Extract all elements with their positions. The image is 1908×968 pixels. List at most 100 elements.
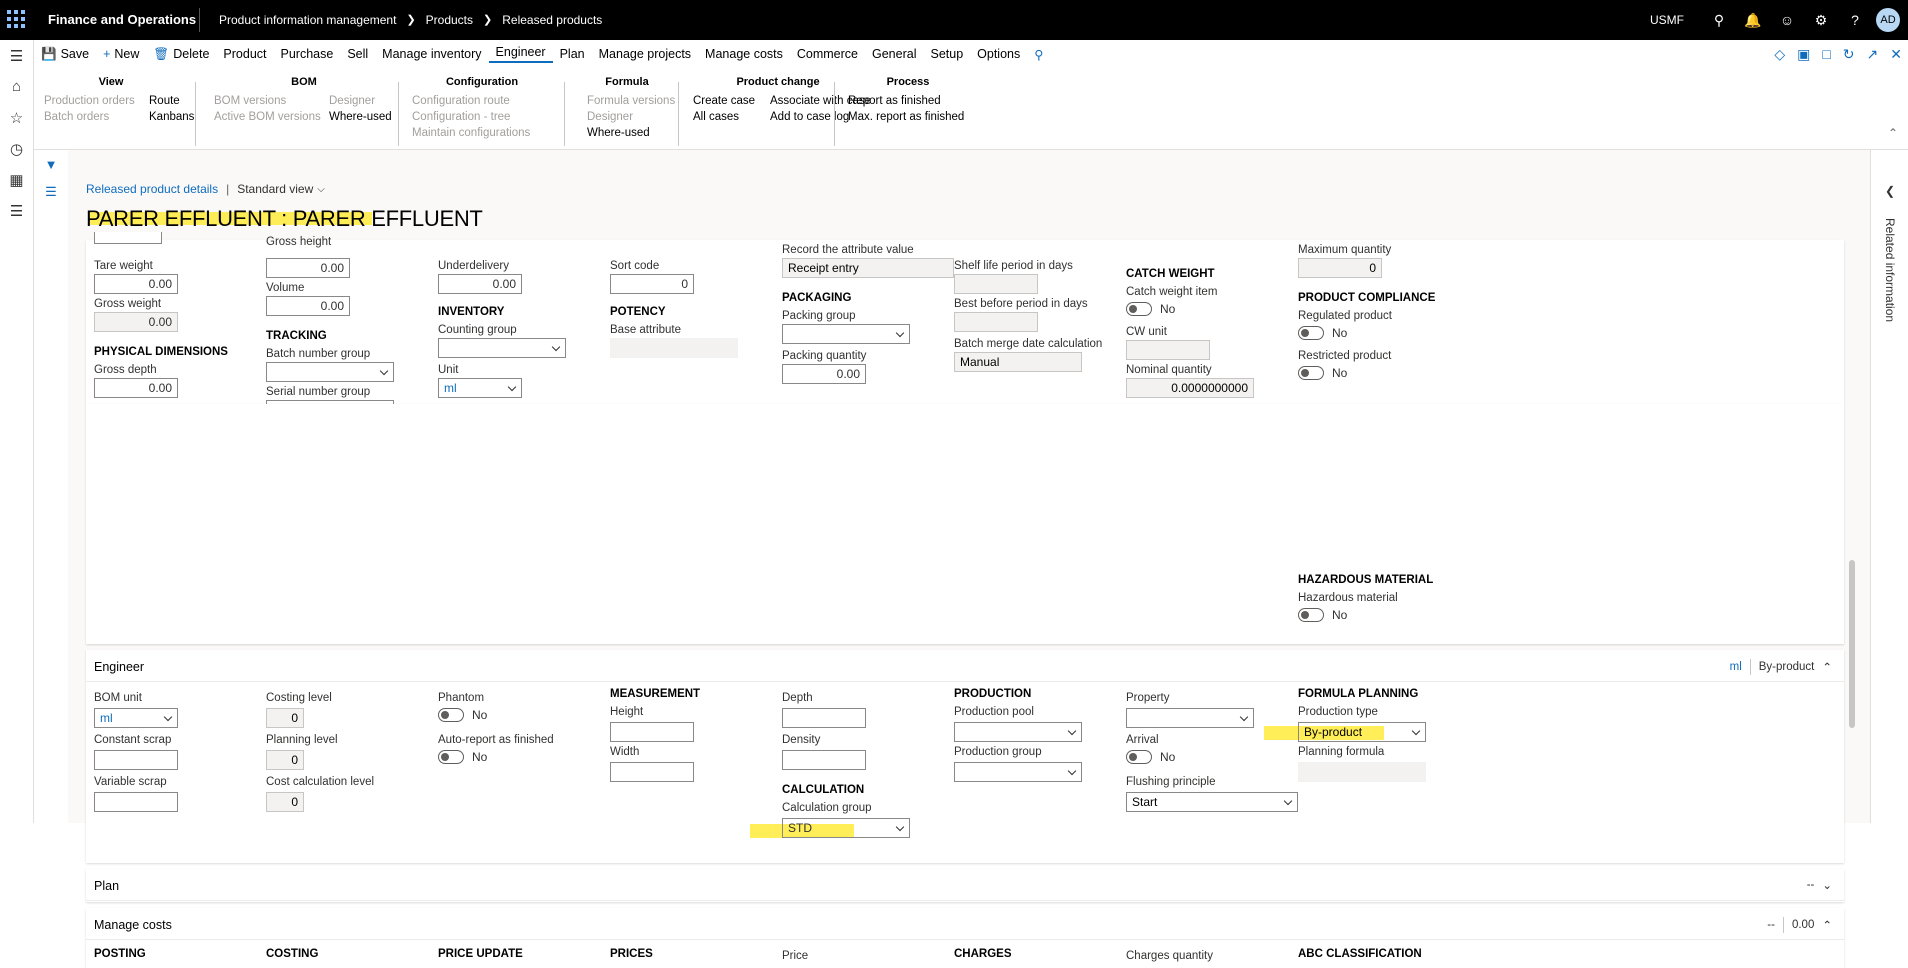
chevron-left-icon[interactable]: ❮ bbox=[1885, 184, 1895, 198]
view-selector[interactable]: Standard view bbox=[237, 182, 313, 196]
diamond-icon[interactable]: ◇ bbox=[1774, 46, 1785, 63]
tab-commerce[interactable]: Commerce bbox=[790, 47, 865, 61]
close-icon[interactable]: ✕ bbox=[1890, 46, 1902, 63]
scrollbar-thumb[interactable] bbox=[1849, 560, 1855, 728]
breadcrumb-item[interactable]: Released products bbox=[502, 13, 602, 27]
app-launcher-icon[interactable] bbox=[4, 4, 28, 34]
tab-manage-inventory[interactable]: Manage inventory bbox=[375, 47, 488, 61]
tab-product[interactable]: Product bbox=[216, 47, 273, 61]
regulated-product-toggle[interactable]: No bbox=[1298, 326, 1347, 340]
avatar[interactable]: AD bbox=[1876, 8, 1900, 32]
catch-weight-toggle[interactable]: No bbox=[1126, 302, 1175, 316]
tab-options[interactable]: Options bbox=[970, 47, 1027, 61]
new-button[interactable]: + New bbox=[96, 47, 146, 61]
save-button[interactable]: 💾 Save bbox=[34, 47, 96, 62]
bom-designer-button[interactable]: Designer bbox=[329, 95, 375, 107]
batch-number-group-select[interactable] bbox=[266, 362, 394, 382]
bom-where-used-button[interactable]: Where-used bbox=[329, 111, 392, 123]
refresh-icon[interactable]: ↻ bbox=[1843, 46, 1855, 63]
related-information-pane[interactable]: ❮ Related information bbox=[1870, 150, 1908, 823]
batch-orders-button[interactable]: Batch orders bbox=[44, 111, 109, 123]
bell-icon[interactable]: 🔔 bbox=[1736, 12, 1770, 29]
arrival-toggle[interactable]: No bbox=[1126, 750, 1175, 764]
maintain-configurations-button[interactable]: Maintain configurations bbox=[412, 127, 530, 139]
kanbans-button[interactable]: Kanbans bbox=[149, 111, 194, 123]
tab-general[interactable]: General bbox=[865, 47, 923, 61]
density-field[interactable] bbox=[782, 750, 866, 770]
released-product-details-link[interactable]: Released product details bbox=[86, 182, 218, 196]
chevron-up-icon[interactable]: ⌃ bbox=[1822, 660, 1832, 674]
underdelivery-field[interactable]: 0.00 bbox=[438, 274, 522, 294]
filter-icon[interactable]: ▼ bbox=[34, 150, 68, 178]
restricted-product-toggle[interactable]: No bbox=[1298, 366, 1347, 380]
report-as-finished-button[interactable]: Report as finished bbox=[848, 95, 941, 107]
tare-weight-field[interactable]: 0.00 bbox=[94, 274, 178, 294]
delete-button[interactable]: 🗑 Delete bbox=[146, 47, 216, 62]
production-pool-select[interactable] bbox=[954, 722, 1082, 742]
workspace-icon[interactable]: ▦ bbox=[0, 164, 33, 195]
scrollbar[interactable] bbox=[1848, 172, 1856, 823]
configuration-tree-button[interactable]: Configuration - tree bbox=[412, 111, 510, 123]
gear-icon[interactable]: ⚙ bbox=[1804, 12, 1838, 29]
tab-engineer[interactable]: Engineer bbox=[488, 45, 553, 63]
chevron-down-icon[interactable]: ⌵ bbox=[317, 184, 325, 195]
breadcrumb-item[interactable]: Product information management bbox=[219, 13, 396, 27]
all-cases-button[interactable]: All cases bbox=[693, 111, 739, 123]
tab-manage-projects[interactable]: Manage projects bbox=[592, 47, 698, 61]
tab-setup[interactable]: Setup bbox=[923, 47, 970, 61]
chevron-up-icon[interactable]: ⌃ bbox=[1822, 918, 1832, 932]
max-report-as-finished-button[interactable]: Max. report as finished bbox=[848, 111, 964, 123]
constant-scrap-field[interactable] bbox=[94, 750, 178, 770]
open-new-window-icon[interactable]: ↗ bbox=[1867, 46, 1879, 63]
manage-costs-header[interactable]: Manage costs -- 0.00 ⌃ bbox=[86, 908, 1844, 940]
plan-header[interactable]: Plan -- ⌄ bbox=[86, 869, 1844, 901]
height-field[interactable] bbox=[610, 722, 694, 742]
calculation-group-select[interactable]: STD bbox=[782, 818, 910, 838]
breadcrumb-item[interactable]: Products bbox=[426, 13, 473, 27]
production-type-select[interactable]: By-product bbox=[1298, 722, 1426, 742]
clock-icon[interactable]: ◷ bbox=[0, 133, 33, 164]
bom-unit-select[interactable]: ml bbox=[94, 708, 178, 728]
list-icon[interactable]: ☰ bbox=[34, 178, 68, 206]
volume-field[interactable]: 0.00 bbox=[266, 296, 350, 316]
chevron-up-icon[interactable]: ⌃ bbox=[1888, 126, 1898, 140]
tab-purchase[interactable]: Purchase bbox=[274, 47, 341, 61]
formula-where-used-button[interactable]: Where-used bbox=[587, 127, 650, 139]
hamburger-icon[interactable]: ☰ bbox=[0, 40, 33, 71]
phantom-toggle[interactable]: No bbox=[438, 708, 487, 722]
property-select[interactable] bbox=[1126, 708, 1254, 728]
counting-group-select[interactable] bbox=[438, 338, 566, 358]
company-picker[interactable]: USMF bbox=[1650, 13, 1684, 27]
smiley-icon[interactable]: ☺ bbox=[1770, 12, 1804, 28]
star-icon[interactable]: ☆ bbox=[0, 102, 33, 133]
action-search-icon[interactable]: ⚲ bbox=[1027, 47, 1050, 62]
formula-designer-button[interactable]: Designer bbox=[587, 111, 633, 123]
add-to-case-log-button[interactable]: Add to case log bbox=[770, 111, 849, 123]
tab-sell[interactable]: Sell bbox=[340, 47, 375, 61]
depth-field[interactable] bbox=[782, 708, 866, 728]
chevron-down-icon[interactable]: ⌄ bbox=[1822, 878, 1832, 892]
packing-group-select[interactable] bbox=[782, 324, 910, 344]
flushing-principle-select[interactable]: Start bbox=[1126, 792, 1298, 812]
configuration-route-button[interactable]: Configuration route bbox=[412, 95, 510, 107]
width-field[interactable] bbox=[610, 762, 694, 782]
create-case-button[interactable]: Create case bbox=[693, 95, 755, 107]
app-name[interactable]: Finance and Operations bbox=[48, 12, 196, 27]
gross-depth-field[interactable]: 0.00 bbox=[94, 378, 178, 398]
production-orders-button[interactable]: Production orders bbox=[44, 95, 135, 107]
help-icon[interactable]: ? bbox=[1838, 12, 1872, 28]
unit-select[interactable]: ml bbox=[438, 378, 522, 398]
tab-manage-costs[interactable]: Manage costs bbox=[698, 47, 790, 61]
office-icon[interactable]: ▣ bbox=[1797, 46, 1810, 63]
gross-height-field[interactable]: 0.00 bbox=[266, 258, 350, 278]
home-icon[interactable]: ⌂ bbox=[0, 71, 33, 102]
engineer-header[interactable]: Engineer ml By-product ⌃ bbox=[86, 650, 1844, 682]
packing-quantity-field[interactable]: 0.00 bbox=[782, 364, 866, 384]
production-group-select[interactable] bbox=[954, 762, 1082, 782]
tab-plan[interactable]: Plan bbox=[553, 47, 592, 61]
active-bom-versions-button[interactable]: Active BOM versions bbox=[214, 111, 321, 123]
attachment-icon[interactable]: □ bbox=[1822, 46, 1830, 63]
formula-versions-button[interactable]: Formula versions bbox=[587, 95, 675, 107]
modules-icon[interactable]: ☰ bbox=[0, 195, 33, 226]
search-icon[interactable]: ⚲ bbox=[1702, 12, 1736, 29]
